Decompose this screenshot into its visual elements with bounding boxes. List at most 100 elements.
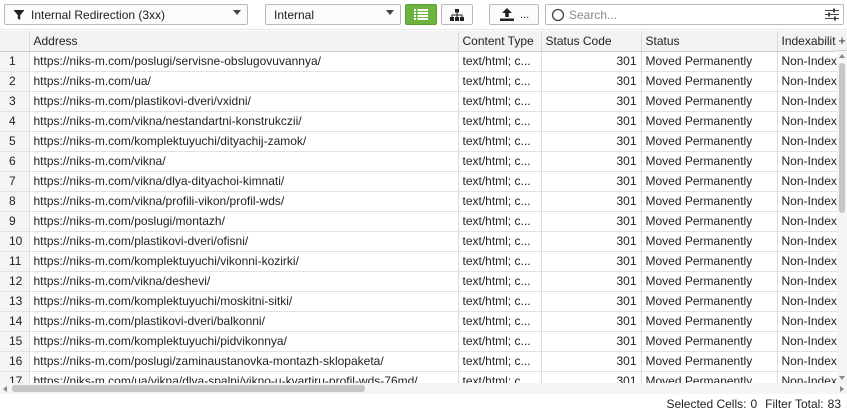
content-type-cell[interactable]: text/html; c...	[458, 211, 542, 232]
table-row[interactable]: 8 https://niks-m.com/vikna/profili-vikon/…	[0, 191, 837, 212]
status-cell[interactable]: Moved Permanently	[641, 311, 778, 332]
content-type-cell[interactable]: text/html; c...	[458, 351, 542, 372]
indexability-cell[interactable]: Non-Index	[777, 151, 837, 172]
indexability-cell[interactable]: Non-Index	[777, 371, 837, 383]
content-type-cell[interactable]: text/html; c...	[458, 151, 542, 172]
status-cell[interactable]: Moved Permanently	[641, 111, 778, 132]
status-cell[interactable]: Moved Permanently	[641, 171, 778, 192]
status-cell[interactable]: Moved Permanently	[641, 191, 778, 212]
address-cell[interactable]: https://niks-m.com/plastikovi-dveri/ofis…	[29, 231, 459, 252]
status-code-cell[interactable]: 301	[541, 51, 642, 72]
address-cell[interactable]: https://niks-m.com/vikna/dlya-dityachoi-…	[29, 171, 459, 192]
status-cell[interactable]: Moved Permanently	[641, 271, 778, 292]
export-button[interactable]: ...	[489, 4, 539, 25]
address-cell[interactable]: https://niks-m.com/ua/vikna/dlya-spalni/…	[29, 371, 459, 383]
content-type-cell[interactable]: text/html; c...	[458, 171, 542, 192]
indexability-cell[interactable]: Non-Index	[777, 91, 837, 112]
status-cell[interactable]: Moved Permanently	[641, 291, 778, 312]
row-number[interactable]: 16	[0, 351, 30, 372]
content-type-cell[interactable]: text/html; c...	[458, 371, 542, 383]
address-cell[interactable]: https://niks-m.com/poslugi/servisne-obsl…	[29, 51, 459, 72]
row-number-header[interactable]	[0, 31, 30, 52]
row-number[interactable]: 5	[0, 131, 30, 152]
table-row[interactable]: 2 https://niks-m.com/ua/text/html; c... 30…	[0, 71, 837, 92]
status-code-cell[interactable]: 301	[541, 351, 642, 372]
indexability-cell[interactable]: Non-Index	[777, 51, 837, 72]
status-code-cell[interactable]: 301	[541, 151, 642, 172]
horizontal-scrollbar[interactable]	[0, 383, 847, 394]
column-header-indexability[interactable]: Indexabilit	[777, 31, 837, 52]
indexability-cell[interactable]: Non-Index	[777, 351, 837, 372]
tree-view-button[interactable]	[441, 4, 473, 25]
scroll-right-icon[interactable]	[840, 386, 844, 392]
content-type-cell[interactable]: text/html; c...	[458, 91, 542, 112]
address-cell[interactable]: https://niks-m.com/ua/	[29, 71, 459, 92]
status-cell[interactable]: Moved Permanently	[641, 371, 778, 383]
indexability-cell[interactable]: Non-Index	[777, 171, 837, 192]
add-column-button[interactable]: +	[837, 31, 847, 51]
status-cell[interactable]: Moved Permanently	[641, 251, 778, 272]
table-row[interactable]: 1 https://niks-m.com/poslugi/servisne-obs…	[0, 51, 837, 72]
row-number[interactable]: 15	[0, 331, 30, 352]
status-code-cell[interactable]: 301	[541, 71, 642, 92]
row-number[interactable]: 10	[0, 231, 30, 252]
scroll-down-icon[interactable]	[839, 376, 845, 380]
table-row[interactable]: 5 https://niks-m.com/komplektuyuchi/ditya…	[0, 131, 837, 152]
status-code-cell[interactable]: 301	[541, 231, 642, 252]
address-cell[interactable]: https://niks-m.com/vikna/deshevi/	[29, 271, 459, 292]
address-cell[interactable]: https://niks-m.com/vikna/profili-vikon/p…	[29, 191, 459, 212]
table-row[interactable]: 4 https://niks-m.com/vikna/nestandartni-k…	[0, 111, 837, 132]
address-cell[interactable]: https://niks-m.com/komplektuyuchi/dityac…	[29, 131, 459, 152]
column-header-status-code[interactable]: Status Code	[541, 31, 642, 52]
table-row[interactable]: 7 https://niks-m.com/vikna/dlya-dityachoi…	[0, 171, 837, 192]
address-cell[interactable]: https://niks-m.com/vikna/	[29, 151, 459, 172]
table-row[interactable]: 6 https://niks-m.com/vikna/text/html; c..…	[0, 151, 837, 172]
horizontal-scroll-thumb[interactable]	[12, 385, 365, 392]
table-row[interactable]: 11 https://niks-m.com/komplektuyuchi/viko…	[0, 251, 837, 272]
status-code-cell[interactable]: 301	[541, 171, 642, 192]
column-header-status[interactable]: Status	[641, 31, 778, 52]
vertical-scroll-thumb[interactable]	[839, 63, 845, 213]
row-number[interactable]: 6	[0, 151, 30, 172]
row-number[interactable]: 11	[0, 251, 30, 272]
vertical-scrollbar[interactable]	[837, 51, 847, 383]
content-type-cell[interactable]: text/html; c...	[458, 231, 542, 252]
table-row[interactable]: 16 https://niks-m.com/poslugi/zaminaustan…	[0, 351, 837, 372]
row-number[interactable]: 13	[0, 291, 30, 312]
address-cell[interactable]: https://niks-m.com/vikna/nestandartni-ko…	[29, 111, 459, 132]
indexability-cell[interactable]: Non-Index	[777, 231, 837, 252]
address-cell[interactable]: https://niks-m.com/poslugi/montazh/	[29, 211, 459, 232]
indexability-cell[interactable]: Non-Index	[777, 271, 837, 292]
status-code-cell[interactable]: 301	[541, 311, 642, 332]
status-code-cell[interactable]: 301	[541, 331, 642, 352]
table-row[interactable]: 9 https://niks-m.com/poslugi/montazh/text…	[0, 211, 837, 232]
content-type-cell[interactable]: text/html; c...	[458, 111, 542, 132]
status-cell[interactable]: Moved Permanently	[641, 351, 778, 372]
row-number[interactable]: 12	[0, 271, 30, 292]
indexability-cell[interactable]: Non-Index	[777, 191, 837, 212]
table-row[interactable]: 14 https://niks-m.com/plastikovi-dveri/ba…	[0, 311, 837, 332]
row-number[interactable]: 3	[0, 91, 30, 112]
row-number[interactable]: 17	[0, 371, 30, 383]
table-row[interactable]: 17 https://niks-m.com/ua/vikna/dlya-spaln…	[0, 371, 837, 383]
status-cell[interactable]: Moved Permanently	[641, 91, 778, 112]
status-cell[interactable]: Moved Permanently	[641, 71, 778, 92]
content-type-cell[interactable]: text/html; c...	[458, 291, 542, 312]
indexability-cell[interactable]: Non-Index	[777, 211, 837, 232]
status-cell[interactable]: Moved Permanently	[641, 131, 778, 152]
status-code-cell[interactable]: 301	[541, 371, 642, 383]
column-header-address[interactable]: Address	[29, 31, 459, 52]
scroll-left-icon[interactable]	[3, 386, 7, 392]
content-type-cell[interactable]: text/html; c...	[458, 311, 542, 332]
status-code-cell[interactable]: 301	[541, 291, 642, 312]
row-number[interactable]: 4	[0, 111, 30, 132]
status-cell[interactable]: Moved Permanently	[641, 231, 778, 252]
indexability-cell[interactable]: Non-Index	[777, 331, 837, 352]
indexability-cell[interactable]: Non-Index	[777, 71, 837, 92]
indexability-cell[interactable]: Non-Index	[777, 111, 837, 132]
search-input[interactable]	[569, 7, 809, 22]
row-number[interactable]: 2	[0, 71, 30, 92]
scope-dropdown[interactable]: Internal	[265, 4, 401, 25]
status-code-cell[interactable]: 301	[541, 271, 642, 292]
address-cell[interactable]: https://niks-m.com/plastikovi-dveri/balk…	[29, 311, 459, 332]
